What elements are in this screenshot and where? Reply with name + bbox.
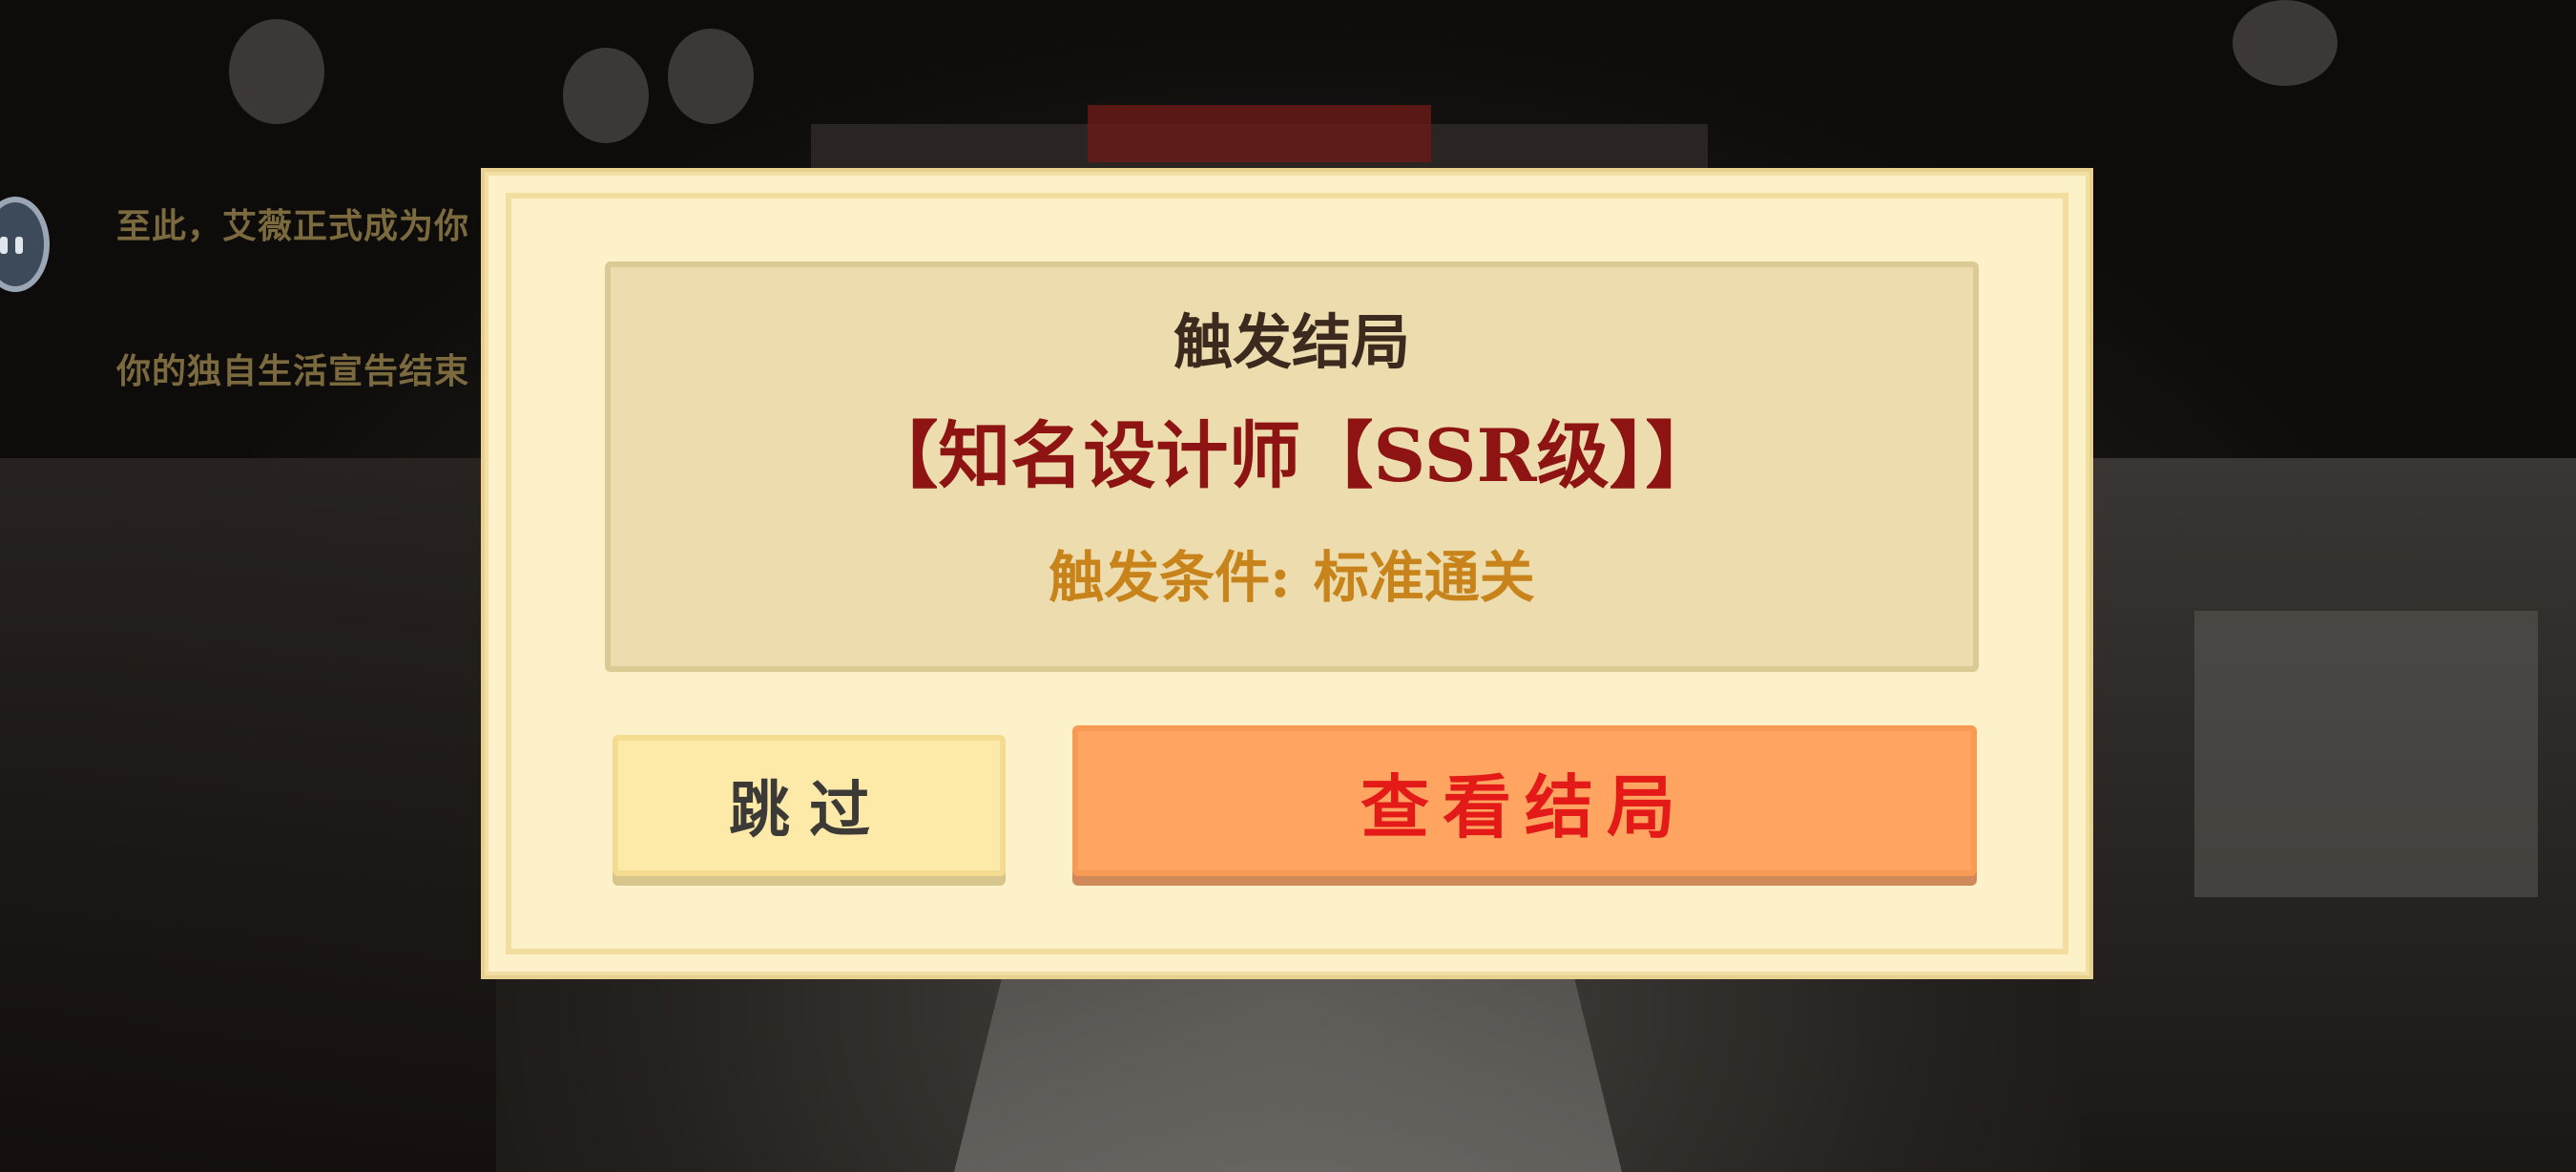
balloon-decoration <box>563 48 649 143</box>
background-aisle <box>954 954 1622 1172</box>
balloon-decoration <box>668 29 754 124</box>
condition-label: 触发条件: <box>1049 545 1291 610</box>
condition-value: 标准通关 <box>1313 545 1535 610</box>
narrator-avatar-icon <box>0 197 50 292</box>
background-table <box>2194 611 2538 897</box>
view-ending-button[interactable]: 查看结局 <box>1072 725 1977 876</box>
ending-name: 【知名设计师【SSR级】】 <box>865 413 1718 498</box>
ending-dialog: 触发结局 【知名设计师【SSR级】】 触发条件: 标准通关 跳过 查看结局 <box>485 172 2089 975</box>
balloon-decoration <box>229 19 324 124</box>
dialog-title: 触发结局 <box>1173 307 1410 377</box>
game-scene: 至此，艾薇正式成为你 你的独自生活宣告结束 触发结局 【知名设计师【SSR级】】… <box>0 0 2576 1172</box>
skip-button[interactable]: 跳过 <box>613 735 1006 876</box>
ending-condition: 触发条件: 标准通关 <box>611 533 1973 613</box>
narration-text-line: 至此，艾薇正式成为你 <box>116 207 470 246</box>
ending-info-panel: 触发结局 【知名设计师【SSR级】】 触发条件: 标准通关 <box>605 262 1979 672</box>
background-banner-lettering <box>1088 105 1431 162</box>
narration-text-line: 你的独自生活宣告结束 <box>116 352 470 391</box>
background-crowd-left <box>0 458 496 1172</box>
balloon-decoration <box>2233 0 2337 86</box>
